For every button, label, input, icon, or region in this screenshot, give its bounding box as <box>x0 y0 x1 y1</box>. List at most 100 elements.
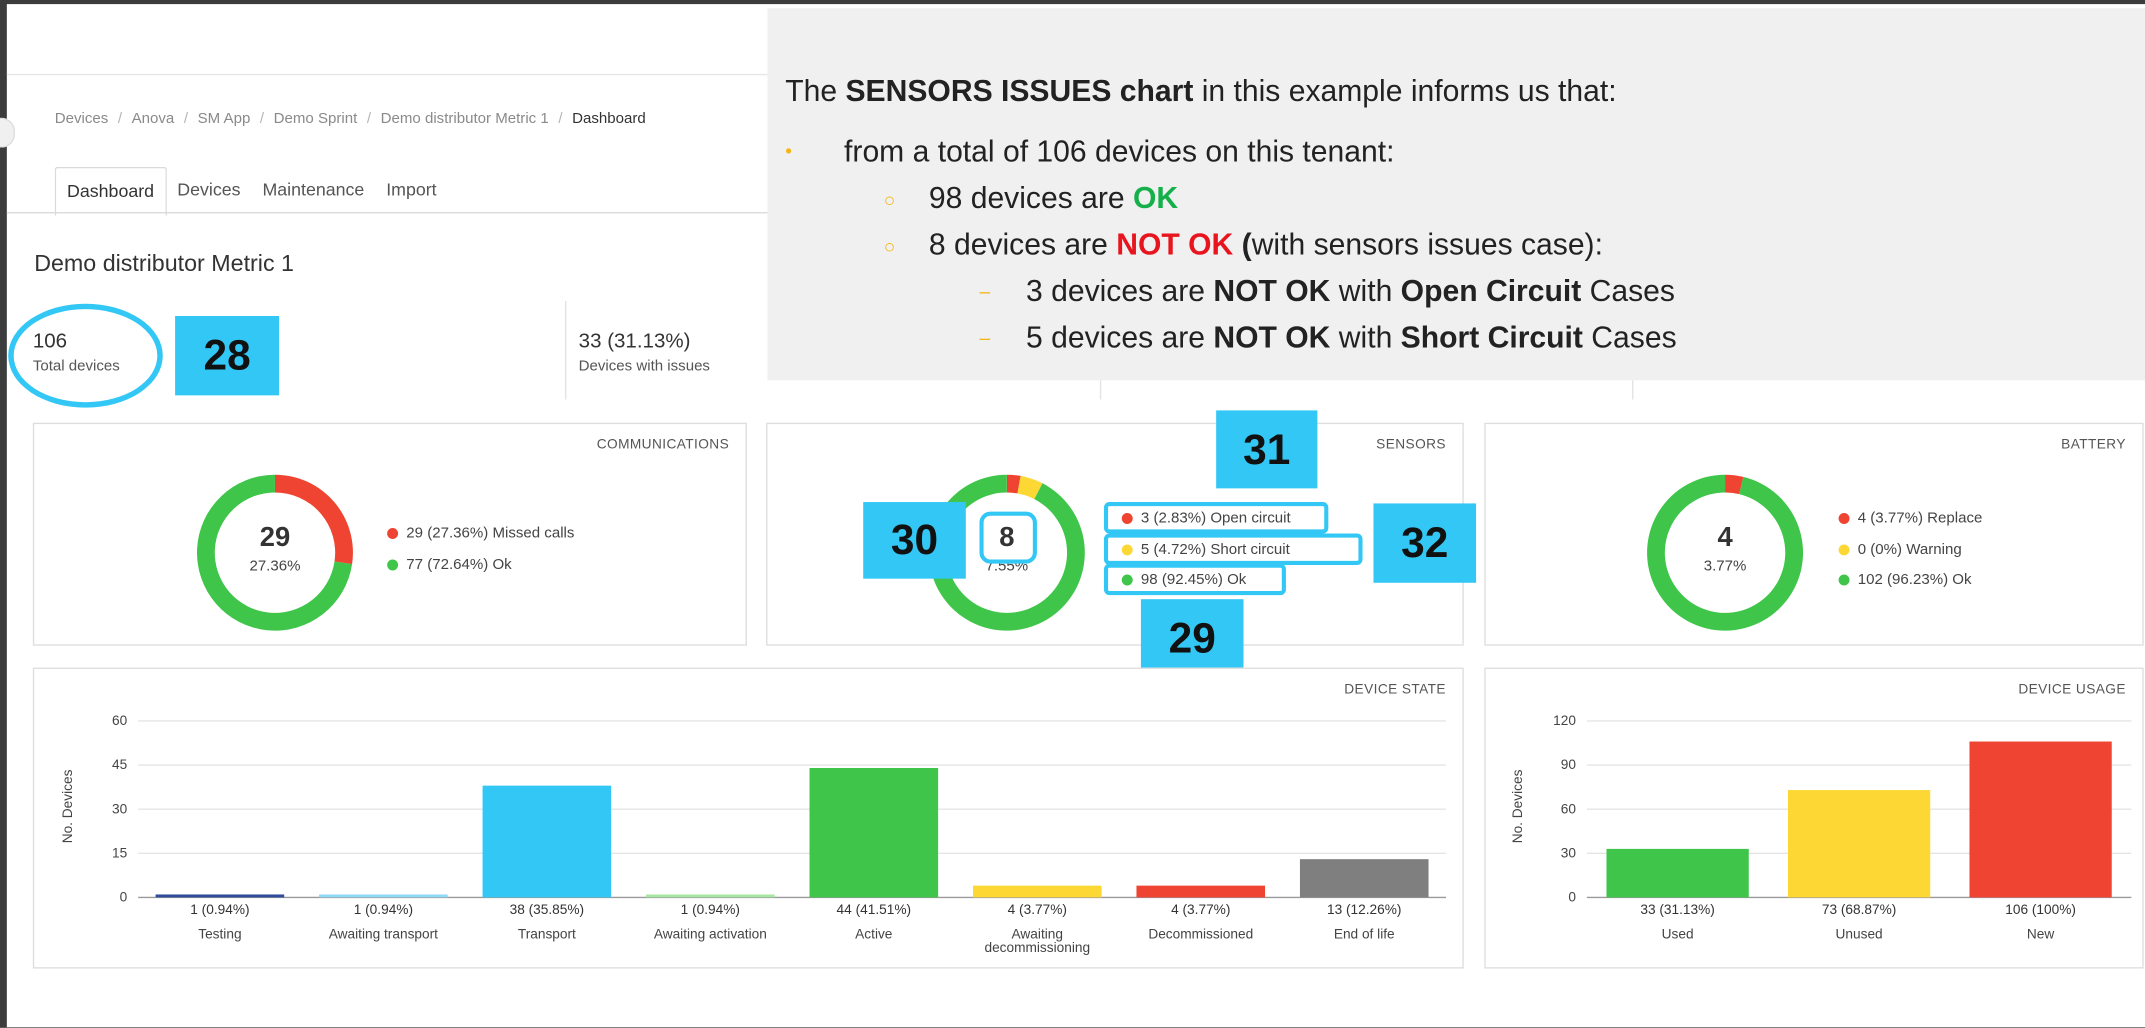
category-label: Testing <box>198 926 241 941</box>
battery-card: BATTERY 4 3.77% 4 (3.77%) Replace 0 (0%)… <box>1484 422 2144 646</box>
window-frame-left <box>0 0 7 1028</box>
data-label: 13 (12.26%) <box>1327 902 1401 917</box>
legend-item-replace[interactable]: 4 (3.77%) Replace <box>1838 503 1983 534</box>
tab-devices[interactable]: Devices <box>166 167 251 214</box>
stat-devices-with-issues: 33 (31.13%) Devices with issues <box>579 330 710 375</box>
breadcrumb-item-anova[interactable]: Anova <box>132 111 175 127</box>
explanation-line-6: 5 devices are NOT OK with Short Circuit … <box>1026 320 1677 356</box>
data-label: 4 (3.77%) <box>1171 902 1230 917</box>
breadcrumb-item-sm-app[interactable]: SM App <box>198 111 251 127</box>
communications-legend: 29 (27.36%) Missed calls 77 (72.64%) Ok <box>387 518 574 580</box>
category-label: New <box>2027 926 2054 941</box>
text: Cases <box>1582 320 1677 355</box>
explanation-line-1: The SENSORS ISSUES chart in this example… <box>785 74 1616 110</box>
tab-maintenance[interactable]: Maintenance <box>252 167 376 214</box>
sidebar-toggle[interactable] <box>0 117 16 148</box>
breadcrumb-item-devices[interactable]: Devices <box>55 111 109 127</box>
text: with <box>1330 320 1401 355</box>
tab-divider <box>6 212 773 214</box>
category-label: Awaiting transport <box>329 926 438 941</box>
center-percent: 27.36% <box>249 558 301 575</box>
explanation-line-2: from a total of 106 devices on this tena… <box>844 134 1395 169</box>
stat-issues-label: Devices with issues <box>578 358 710 375</box>
data-label: 106 (100%) <box>2005 902 2076 917</box>
tab-bar: Dashboard Devices Maintenance Import <box>54 166 448 217</box>
bar-transport[interactable] <box>482 785 612 898</box>
red-dot-icon <box>1838 513 1850 525</box>
legend-item-ok[interactable]: 102 (96.23%) Ok <box>1838 565 1983 596</box>
breadcrumb-separator: / <box>366 110 372 128</box>
breadcrumb-item-demo-sprint[interactable]: Demo Sprint <box>274 111 358 127</box>
breadcrumb-separator: / <box>183 110 189 128</box>
device-usage-card: DEVICE USAGE No. Devices 0 30 60 90 120 33 (3… <box>1484 667 2144 969</box>
text-bold: NOT OK <box>1213 320 1331 355</box>
bar-awaiting-transport[interactable] <box>319 894 448 898</box>
communications-card: COMMUNICATIONS 29 27.36% 29 (27.36%) Mis… <box>32 422 747 646</box>
breadcrumb-item-demo-distributor[interactable]: Demo distributor Metric 1 <box>381 111 549 127</box>
data-label: 73 (68.87%) <box>1822 902 1896 917</box>
callout-30: 30 <box>863 502 966 579</box>
stat-divider <box>1632 380 1634 400</box>
window-frame-top <box>0 0 2145 5</box>
explanation-line-5: 3 devices are NOT OK with Open Circuit C… <box>1026 274 1675 310</box>
highlight-open-circuit <box>1103 502 1329 534</box>
header-divider <box>6 73 773 76</box>
dash-bullet-icon: – <box>979 280 991 303</box>
category-label: End of life <box>1334 926 1395 941</box>
y-tick-label: 0 <box>1568 890 1576 905</box>
breadcrumb-separator: / <box>117 110 123 128</box>
y-tick-label: 30 <box>112 801 128 816</box>
y-tick-label: 120 <box>1553 713 1576 728</box>
communications-center: 29 27.36% <box>234 523 316 575</box>
legend-label: 4 (3.77%) Replace <box>1857 510 1983 528</box>
legend-item-warning[interactable]: 0 (0%) Warning <box>1838 534 1983 565</box>
legend-item-ok[interactable]: 77 (72.64%) Ok <box>387 549 574 580</box>
green-dot-icon <box>387 559 399 571</box>
legend-item-missed-calls[interactable]: 29 (27.36%) Missed calls <box>387 518 574 549</box>
legend-label: 29 (27.36%) Missed calls <box>406 525 575 543</box>
legend-label: 77 (72.64%) Ok <box>406 556 512 573</box>
highlight-short-circuit <box>1103 533 1363 565</box>
dash-bullet-icon: – <box>979 326 991 349</box>
breadcrumb-separator: / <box>259 110 265 128</box>
bar-decommissioned[interactable] <box>1136 885 1266 898</box>
text-bold: SENSORS ISSUES chart <box>845 73 1194 109</box>
text-bold: Short Circuit <box>1400 320 1583 355</box>
stat-divider <box>1099 380 1102 400</box>
bar-used[interactable] <box>1606 848 1749 898</box>
data-label: 33 (31.13%) <box>1640 902 1714 917</box>
bar-awaiting-decommissioning[interactable] <box>972 885 1102 898</box>
tab-dashboard[interactable]: Dashboard <box>54 166 167 217</box>
card-title: BATTERY <box>2061 437 2126 453</box>
y-tick-label: 30 <box>1561 845 1577 860</box>
green-dot-icon <box>1838 574 1850 586</box>
explanation-panel: The SENSORS ISSUES chart in this example… <box>767 8 2145 381</box>
bar-awaiting-activation[interactable] <box>646 894 775 898</box>
breadcrumb-separator: / <box>558 110 563 128</box>
category-label: Decommissioned <box>1148 926 1253 941</box>
callout-31: 31 <box>1216 410 1318 489</box>
data-label: 44 (41.51%) <box>837 902 911 917</box>
category-label: Unused <box>1836 926 1883 941</box>
stat-issues-value: 33 (31.13%) <box>578 329 691 353</box>
y-tick-label: 0 <box>120 890 128 905</box>
category-label: Active <box>855 926 892 941</box>
tab-import[interactable]: Import <box>375 167 447 214</box>
device-usage-chart: 0 30 60 90 120 33 (31.13%) Used 73 (68.87%) Unus… <box>1553 713 2132 941</box>
battery-center: 4 3.77% <box>1684 523 1766 575</box>
red-dot-icon <box>387 528 399 540</box>
bar-end-of-life[interactable] <box>1299 859 1429 898</box>
bar-new[interactable] <box>1969 741 2112 898</box>
center-value: 29 <box>259 522 291 553</box>
center-percent: 3.77% <box>1703 558 1747 575</box>
page-title: Demo distributor Metric 1 <box>34 250 294 277</box>
text-not-ok: NOT OK <box>1116 227 1234 262</box>
category-label: Transport <box>518 926 576 941</box>
bar-active[interactable] <box>809 767 939 898</box>
stat-divider <box>564 300 567 400</box>
bar-testing[interactable] <box>155 894 285 898</box>
text: Cases <box>1581 273 1675 308</box>
dashboard-screenshot: Devices / Anova / SM App / Demo Sprint / Demo di… <box>0 0 2145 1028</box>
bar-unused[interactable] <box>1787 790 1931 898</box>
data-label: 1 (0.94%) <box>190 902 249 917</box>
